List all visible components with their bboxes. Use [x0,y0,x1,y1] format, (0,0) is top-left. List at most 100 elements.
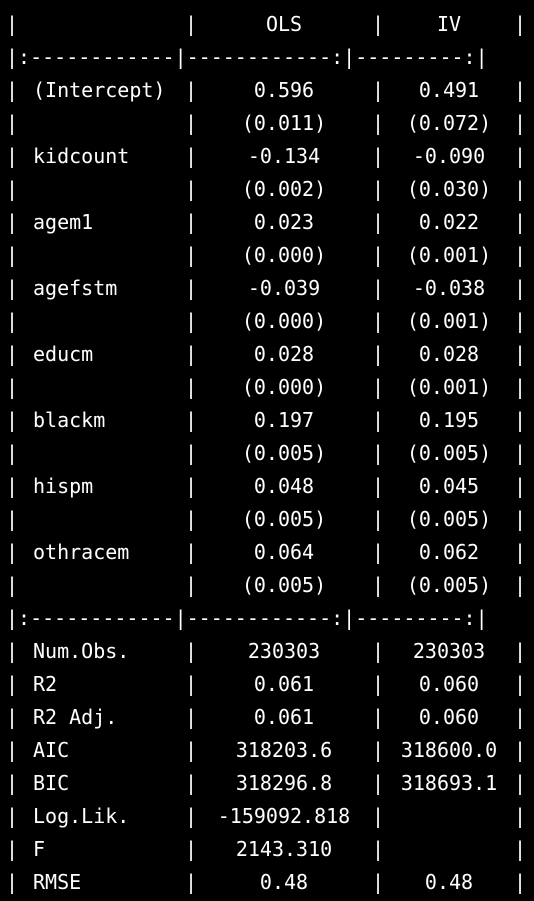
iv-value: 0.045 [418,474,480,498]
statistic-rows: | Num.Obs. | 230303 | 230303 | | R2 | 0.061 | 0.060 |… [0,635,534,899]
row-label: educm [33,342,94,366]
row-label [33,437,183,470]
column-divider: | [372,375,385,399]
column-divider: | [6,342,19,366]
column-divider: | [514,144,527,168]
column-divider: | [514,111,527,135]
column-divider: | [6,738,19,762]
row-label: hispm [33,474,94,498]
separator-text: |:------------|------------:|---------:| [6,45,488,69]
ols-value: 230303 [247,639,321,663]
iv-value: 0.195 [418,408,480,432]
column-divider: | [514,441,527,465]
column-divider: | [185,12,198,36]
column-divider: | [6,111,19,135]
table-separator: |:------------|------------:|---------:| [0,602,534,635]
column-divider: | [185,111,198,135]
iv-value: (0.001) [406,375,492,399]
column-divider: | [6,474,19,498]
statistic-row: | RMSE | 0.48 | 0.48 | [0,866,534,899]
ols-value: 0.023 [253,210,315,234]
row-label: kidcount [33,144,130,168]
column-divider: | [372,210,385,234]
statistic-row: | AIC | 318203.6 | 318600.0 | [0,734,534,767]
column-divider: | [6,309,19,333]
column-divider: | [372,78,385,102]
column-divider: | [372,309,385,333]
column-divider: | [6,276,19,300]
row-label: Log.Lik. [33,804,130,828]
iv-value: (0.001) [406,243,492,267]
header-label-cell [33,8,183,41]
column-divider: | [514,540,527,564]
column-divider: | [514,507,527,531]
statistic-row: | R2 | 0.061 | 0.060 | [0,668,534,701]
column-divider: | [372,639,385,663]
iv-value: 230303 [412,639,486,663]
coefficient-row: | agefstm | -0.039 | -0.038 | [0,272,534,305]
coefficient-row: | othracem | 0.064 | 0.062 | [0,536,534,569]
header-iv: IV [436,12,462,36]
iv-value: (0.005) [406,441,492,465]
column-divider: | [372,804,385,828]
column-divider: | [6,672,19,696]
column-divider: | [514,738,527,762]
column-divider: | [372,144,385,168]
ols-value: 318203.6 [235,738,333,762]
column-divider: | [372,177,385,201]
row-label [33,173,183,206]
column-divider: | [514,276,527,300]
row-label: R2 [33,672,58,696]
ols-value: (0.000) [241,309,327,333]
row-label: agefstm [33,276,118,300]
row-label: othracem [33,540,130,564]
column-divider: | [6,870,19,894]
column-divider: | [185,177,198,201]
coefficient-row: | blackm | 0.197 | 0.195 | [0,404,534,437]
column-divider: | [185,309,198,333]
row-label: AIC [33,738,70,762]
ols-value: 0.197 [253,408,315,432]
column-divider: | [372,474,385,498]
iv-value: -0.038 [412,276,486,300]
column-divider: | [372,837,385,861]
row-label: blackm [33,408,106,432]
coefficient-row: | | (0.005) | (0.005) | [0,569,534,602]
row-label [33,569,183,602]
column-divider: | [6,639,19,663]
row-label [33,503,183,536]
iv-value: 0.48 [424,870,474,894]
ols-value: 0.48 [259,870,309,894]
column-divider: | [185,408,198,432]
coefficient-row: | | (0.005) | (0.005) | [0,437,534,470]
column-divider: | [185,78,198,102]
column-divider: | [185,837,198,861]
column-divider: | [372,705,385,729]
coefficient-row: | | (0.000) | (0.001) | [0,371,534,404]
iv-value: -0.090 [412,144,486,168]
column-divider: | [514,804,527,828]
column-divider: | [185,639,198,663]
coefficient-row: | | (0.000) | (0.001) | [0,305,534,338]
iv-value: (0.030) [406,177,492,201]
column-divider: | [6,507,19,531]
column-divider: | [6,540,19,564]
ols-value: -159092.818 [217,804,351,828]
column-divider: | [185,672,198,696]
column-divider: | [372,276,385,300]
coefficient-row: | hispm | 0.048 | 0.045 | [0,470,534,503]
coefficient-rows: | (Intercept) | 0.596 | 0.491 | | | (0.011) | (0.07… [0,74,534,602]
column-divider: | [514,870,527,894]
ols-value: 0.596 [253,78,315,102]
row-label: F [33,837,46,861]
column-divider: | [514,474,527,498]
ols-value: (0.005) [241,441,327,465]
ols-value: (0.002) [241,177,327,201]
ols-value: 0.064 [253,540,315,564]
column-divider: | [185,144,198,168]
iv-value: 0.491 [418,78,480,102]
ols-value: 2143.310 [235,837,333,861]
column-divider: | [185,507,198,531]
column-divider: | [514,342,527,366]
iv-value: (0.005) [406,507,492,531]
